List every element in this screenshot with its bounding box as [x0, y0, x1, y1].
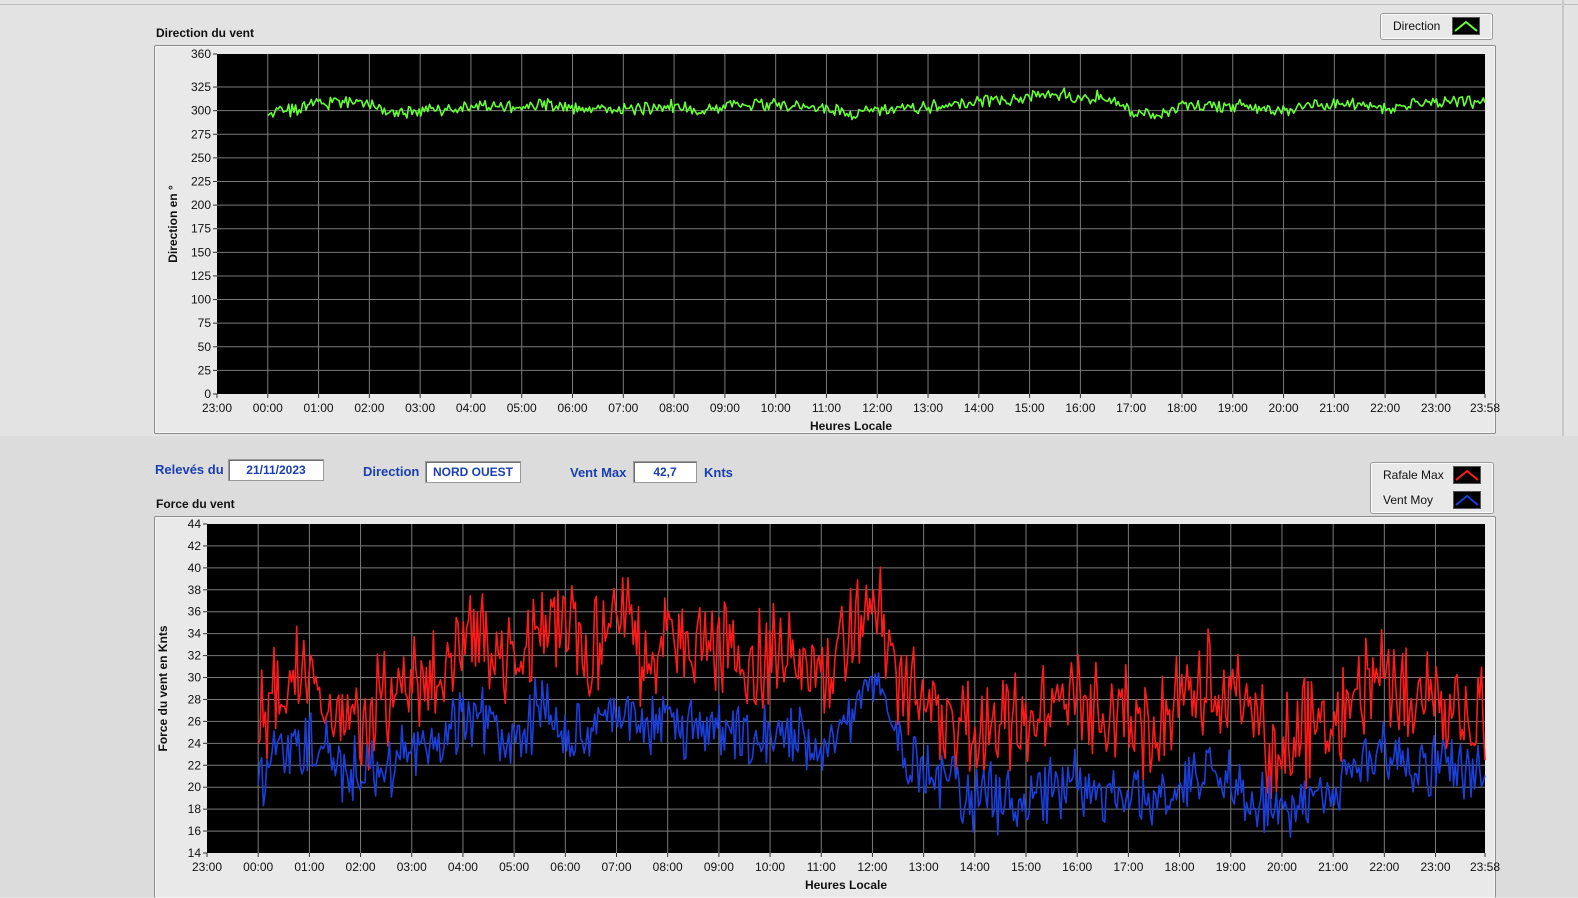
x-tick-label: 22:00	[1369, 860, 1399, 874]
force-chart: 23:00 00:00 01:00 02:00 03:00 04:00 05:00 06:00…	[156, 517, 1500, 892]
y-tick-label: 44	[188, 517, 202, 531]
x-tick-label: 18:00	[1165, 860, 1195, 874]
y-tick-label: 14	[188, 846, 202, 860]
x-tick-label: 21:00	[1318, 860, 1348, 874]
y-tick-label: 20	[188, 780, 202, 794]
x-tick-label: 23:58	[1470, 860, 1500, 874]
y-tick-label: 26	[188, 714, 202, 728]
y-tick-label: 28	[188, 692, 202, 706]
x-tick-label: 10:00	[755, 860, 785, 874]
x-tick-label: 09:00	[704, 860, 734, 874]
x-tick-label: 11:00	[807, 860, 836, 874]
y-tick-label: 22	[188, 758, 202, 772]
y-tick-label: 34	[188, 627, 202, 641]
x-tick-label: 13:00	[909, 860, 939, 874]
x-tick-label: 08:00	[653, 860, 683, 874]
y-tick-label: 30	[188, 671, 202, 685]
x-tick-label: 20:00	[1267, 860, 1297, 874]
y-tick-label: 38	[188, 583, 202, 597]
y-axis-label: Force du vent en Knts	[156, 625, 170, 751]
x-tick-label: 05:00	[499, 860, 529, 874]
y-tick-label: 32	[188, 649, 202, 663]
y-tick-label: 40	[188, 561, 202, 575]
x-tick-label: 03:00	[397, 860, 427, 874]
x-tick-label: 23:00	[192, 860, 222, 874]
plot-area	[207, 524, 1485, 853]
x-tick-label: 17:00	[1113, 860, 1143, 874]
y-tick-label: 24	[188, 736, 202, 750]
x-tick-label: 15:00	[1011, 860, 1041, 874]
x-tick-label: 02:00	[346, 860, 376, 874]
x-tick-label: 16:00	[1062, 860, 1092, 874]
x-tick-label: 19:00	[1216, 860, 1246, 874]
x-tick-label: 07:00	[601, 860, 631, 874]
y-tick-label: 18	[188, 802, 202, 816]
x-tick-label: 00:00	[243, 860, 273, 874]
x-tick-label: 23:00	[1421, 860, 1451, 874]
x-axis-label: Heures Locale	[805, 878, 887, 892]
y-tick-label: 42	[188, 539, 202, 553]
x-tick-label: 12:00	[857, 860, 887, 874]
x-tick-label: 04:00	[448, 860, 478, 874]
x-tick-label: 06:00	[550, 860, 580, 874]
x-tick-label: 01:00	[294, 860, 324, 874]
y-tick-label: 36	[188, 605, 202, 619]
y-tick-label: 16	[188, 824, 202, 838]
x-tick-label: 14:00	[960, 860, 990, 874]
